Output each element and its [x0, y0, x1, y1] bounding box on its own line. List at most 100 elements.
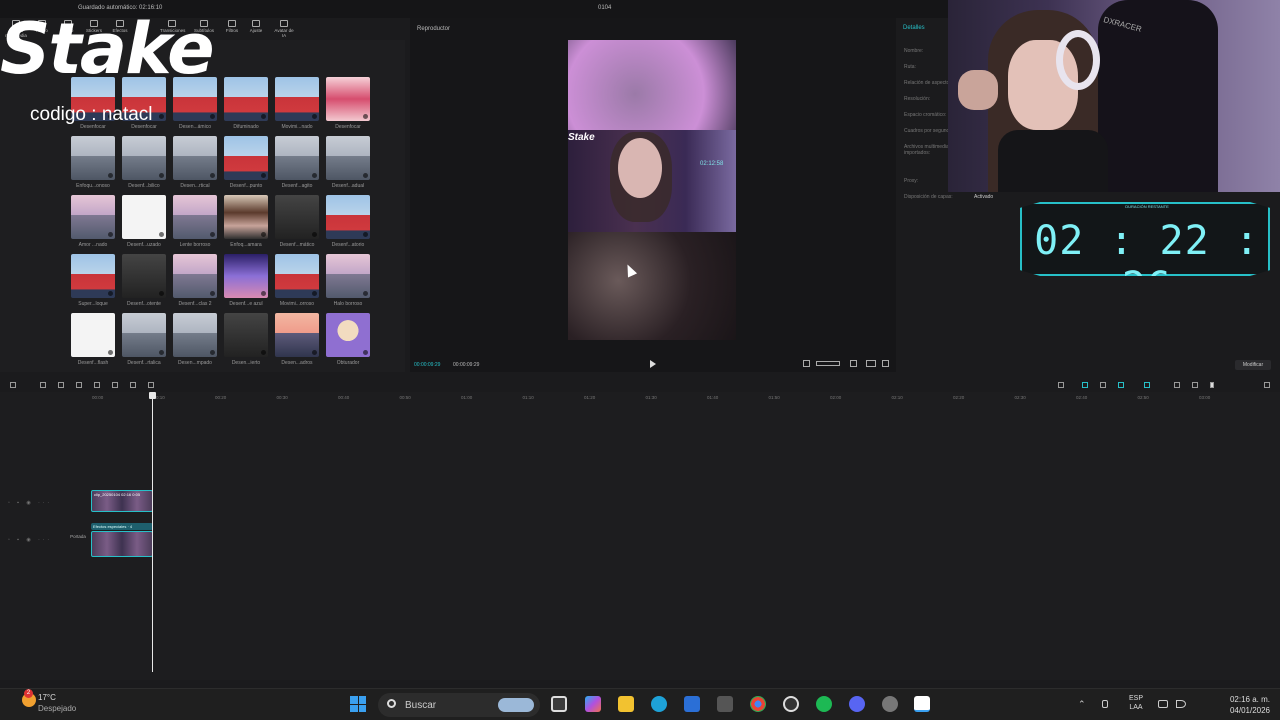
download-icon[interactable]: [210, 232, 215, 237]
track1-controls[interactable]: ▫ ▪ ◉ ···: [8, 500, 52, 506]
effect-thumbnail[interactable]: [71, 313, 115, 357]
effect-thumbnail[interactable]: [173, 254, 217, 298]
effect-thumbnail[interactable]: [122, 136, 166, 180]
split-icon[interactable]: [76, 382, 82, 388]
download-icon[interactable]: [210, 114, 215, 119]
download-icon[interactable]: [108, 350, 113, 355]
spotify-icon[interactable]: [816, 696, 832, 712]
download-icon[interactable]: [261, 114, 266, 119]
download-icon[interactable]: [159, 232, 164, 237]
crop-icon[interactable]: [803, 360, 810, 367]
chrome-icon[interactable]: [750, 696, 766, 712]
zoom-slider[interactable]: [1210, 382, 1214, 388]
effect-thumbnail[interactable]: [275, 136, 319, 180]
effect-thumbnail[interactable]: [224, 313, 268, 357]
fit-icon[interactable]: [850, 360, 857, 367]
ratio-icon[interactable]: [816, 361, 840, 366]
cover-button[interactable]: Portada: [68, 534, 88, 539]
microphone-tray-icon[interactable]: [1102, 700, 1108, 708]
effect-thumbnail[interactable]: [122, 313, 166, 357]
effect-thumbnail[interactable]: [275, 313, 319, 357]
discord-icon[interactable]: [849, 696, 865, 712]
play-icon[interactable]: [650, 360, 656, 368]
zoom-out-icon[interactable]: [1192, 382, 1198, 388]
timeline-ruler[interactable]: 00:00 00:10 00:20 00:30 00:40 00:50 01:00 01:10…: [68, 392, 1280, 402]
toolbar-ai-avatar[interactable]: Avatar de IA: [272, 20, 296, 38]
app-icon[interactable]: [717, 696, 733, 712]
effect-thumbnail[interactable]: [275, 77, 319, 121]
download-icon[interactable]: [363, 232, 368, 237]
download-icon[interactable]: [261, 173, 266, 178]
effect-thumbnail[interactable]: [326, 136, 370, 180]
effect-clip[interactable]: Efectos especiales · 4: [91, 523, 153, 530]
preview-axis-icon[interactable]: [1118, 382, 1124, 388]
network-icon[interactable]: [1158, 700, 1168, 708]
video-clip-1[interactable]: clip_20250104 02:16 0:05: [91, 490, 153, 512]
fullscreen-icon[interactable]: [882, 360, 889, 367]
download-icon[interactable]: [159, 173, 164, 178]
download-icon[interactable]: [363, 114, 368, 119]
task-view-icon[interactable]: [551, 696, 567, 712]
download-icon[interactable]: [159, 114, 164, 119]
download-icon[interactable]: [363, 173, 368, 178]
effect-thumbnail[interactable]: [326, 77, 370, 121]
caption-icon[interactable]: [1174, 382, 1180, 388]
download-icon[interactable]: [210, 350, 215, 355]
marker-icon[interactable]: [148, 382, 154, 388]
download-icon[interactable]: [363, 350, 368, 355]
download-icon[interactable]: [312, 114, 317, 119]
download-icon[interactable]: [363, 291, 368, 296]
effect-thumbnail[interactable]: [71, 195, 115, 239]
download-icon[interactable]: [210, 291, 215, 296]
windows-start-icon[interactable]: [350, 696, 366, 712]
effect-thumbnail[interactable]: [173, 313, 217, 357]
download-icon[interactable]: [159, 291, 164, 296]
store-icon[interactable]: [684, 696, 700, 712]
playhead[interactable]: [149, 392, 156, 672]
copilot-icon[interactable]: [585, 696, 601, 712]
download-icon[interactable]: [261, 350, 266, 355]
effect-thumbnail[interactable]: [122, 254, 166, 298]
capcut-icon[interactable]: [914, 696, 930, 712]
language-indicator[interactable]: ESP LAA: [1128, 694, 1144, 712]
video-preview[interactable]: Stake 02:12:58: [568, 40, 736, 340]
modify-button[interactable]: Modificar: [1235, 360, 1271, 370]
effect-thumbnail[interactable]: [275, 254, 319, 298]
obs-icon[interactable]: [783, 696, 799, 712]
link-icon[interactable]: [1082, 382, 1088, 388]
effect-thumbnail[interactable]: [224, 77, 268, 121]
download-icon[interactable]: [159, 350, 164, 355]
download-icon[interactable]: [261, 291, 266, 296]
effect-thumbnail[interactable]: [71, 136, 115, 180]
settings-icon[interactable]: [882, 696, 898, 712]
edge-icon[interactable]: [651, 696, 667, 712]
split-right-icon[interactable]: [112, 382, 118, 388]
redo-icon[interactable]: [58, 382, 64, 388]
weather-temp[interactable]: 17°C: [38, 693, 56, 702]
download-icon[interactable]: [210, 173, 215, 178]
delete-icon[interactable]: [130, 382, 136, 388]
tray-chevron-icon[interactable]: ⌃: [1078, 699, 1086, 710]
toolbar-adjust[interactable]: Ajuste: [244, 20, 268, 38]
download-icon[interactable]: [108, 173, 113, 178]
file-explorer-icon[interactable]: [618, 696, 634, 712]
effect-thumbnail[interactable]: [173, 195, 217, 239]
weather-condition[interactable]: Despejado: [38, 704, 76, 713]
download-icon[interactable]: [312, 232, 317, 237]
effect-thumbnail[interactable]: [275, 195, 319, 239]
microphone-icon[interactable]: [1058, 382, 1064, 388]
download-icon[interactable]: [108, 291, 113, 296]
quality-icon[interactable]: [866, 360, 876, 367]
download-icon[interactable]: [312, 173, 317, 178]
effect-thumbnail[interactable]: [224, 195, 268, 239]
effect-thumbnail[interactable]: [224, 254, 268, 298]
download-icon[interactable]: [108, 232, 113, 237]
effect-thumbnail[interactable]: [71, 254, 115, 298]
effect-thumbnail[interactable]: [326, 313, 370, 357]
effect-thumbnail[interactable]: [122, 195, 166, 239]
undo-icon[interactable]: [40, 382, 46, 388]
effect-thumbnail[interactable]: [326, 254, 370, 298]
download-icon[interactable]: [312, 350, 317, 355]
download-icon[interactable]: [312, 291, 317, 296]
toolbar-filters[interactable]: Filtros: [220, 20, 244, 38]
